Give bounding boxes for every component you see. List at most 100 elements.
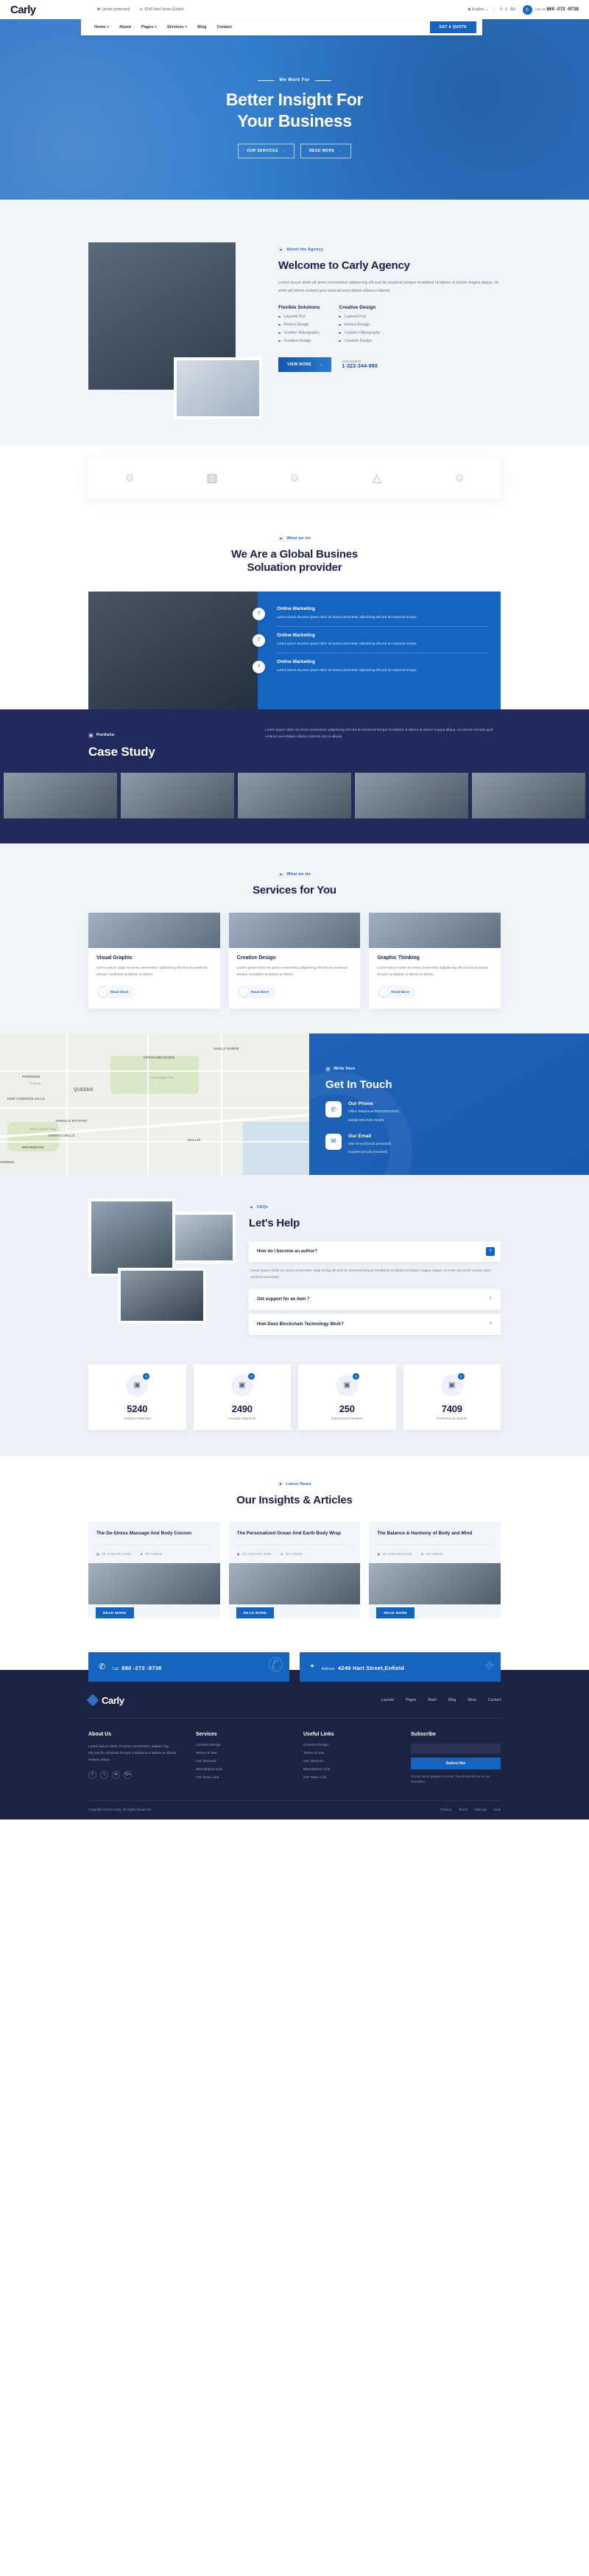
eyebrow-line-right — [314, 80, 331, 81]
footer-bottom-link[interactable]: Help — [494, 1808, 501, 1811]
wwd-feature[interactable]: ? Online Marketing Lorem ipsum dLorem ip… — [253, 600, 489, 627]
service-read-more-button[interactable]: → Read More — [96, 986, 135, 1000]
arrow-right-icon: → — [239, 989, 247, 997]
footer-logo[interactable]: Carly — [86, 1694, 124, 1707]
stat-caption: Creative Materials — [123, 1416, 151, 1420]
get-a-quote-button[interactable]: GET A QUOTE — [429, 21, 476, 33]
footer-link[interactable]: Creative Design — [303, 1744, 393, 1747]
googleplus-icon[interactable]: G+ — [124, 1770, 132, 1779]
blog-card-image — [228, 1562, 361, 1604]
service-card[interactable]: Graphic Thinking Lorem ipsum dolor sit a… — [369, 912, 501, 1009]
facebook-icon[interactable]: f — [88, 1770, 96, 1779]
about-view-more-button[interactable]: VIEW MORE → — [278, 357, 332, 372]
chevron-down-icon: ⌄ — [484, 7, 488, 12]
footer-link[interactable]: Our Team Link — [196, 1776, 286, 1780]
blog-read-more-button[interactable]: READ MORE — [236, 1607, 275, 1618]
footer-link[interactable]: Creative Design — [196, 1744, 286, 1747]
nav-item-contact[interactable]: Contact — [216, 25, 231, 29]
service-read-more-button[interactable]: → Read More — [236, 986, 276, 1000]
footer-link[interactable]: Our Services — [303, 1760, 393, 1763]
about-tag: About the Agency — [278, 247, 323, 253]
contact-phone-row: ✆ Our Phone Office Telephone:00291291023… — [325, 1101, 589, 1123]
list-item: Custom Videography — [339, 331, 380, 335]
top-email[interactable]: ✉ [email protected] — [97, 7, 130, 12]
footer-bottom-link[interactable]: Sitemap — [475, 1808, 487, 1811]
location-pin-icon: ⌖ — [140, 7, 142, 12]
footer-nav-item[interactable]: Layouts — [381, 1698, 395, 1702]
service-card[interactable]: Creative Design Lorem ipsum dolor sit am… — [228, 912, 361, 1009]
faq-image-2 — [172, 1212, 236, 1264]
nav-item-blog[interactable]: Blog — [197, 25, 206, 29]
linkedin-icon[interactable]: in — [112, 1770, 120, 1779]
nav-item-home[interactable]: Home + — [94, 25, 109, 29]
wwd-feature[interactable]: ? Online Marketing Lorem ipsum dLorem ip… — [253, 627, 489, 654]
footer-link[interactable]: New Branch Link — [303, 1768, 393, 1772]
footer-bottom-link[interactable]: Terms — [459, 1808, 468, 1811]
service-card[interactable]: Visual Graphic Lorem ipsum dolor sit ame… — [88, 912, 220, 1009]
footer-link[interactable]: New Branch Link — [196, 1768, 286, 1772]
footer-nav-item[interactable]: Contact — [488, 1698, 501, 1702]
footer-link[interactable]: Our Services — [196, 1760, 286, 1763]
faq-item[interactable]: Get support for an item ? ? — [249, 1288, 501, 1310]
wwd-feature-title: Online Marketing — [277, 632, 315, 638]
case-tag: Portfolio — [88, 732, 114, 738]
cta-address[interactable]: ⌖ Address 4249 Hart Street,Enfield ⌖ — [300, 1652, 501, 1682]
site-logo[interactable]: Carly — [10, 4, 97, 16]
case-image-4[interactable] — [355, 773, 468, 819]
blog-read-more-button[interactable]: READ MORE — [376, 1607, 415, 1618]
footer-nav-item[interactable]: Blog — [448, 1698, 456, 1702]
wwd-feature-text: Lorem ipsum dLorem ipsum dolor sit amet,… — [277, 614, 417, 619]
footer-link[interactable]: Terms of Use — [303, 1752, 393, 1755]
footer-nav-item[interactable]: Nach — [428, 1698, 437, 1702]
cta-call[interactable]: ✆ Call 880 -272 -9738 ✆ — [88, 1652, 289, 1682]
footer-link[interactable]: Terms of Use — [196, 1752, 286, 1755]
question-mark-icon: ? — [253, 607, 265, 620]
about-images — [88, 229, 262, 419]
call-us-block[interactable]: ✆ Call Us 860 -272 -9738 — [515, 4, 579, 15]
wwd-feature[interactable]: ? Online Marketing Lorem ipsum dLorem ip… — [253, 653, 489, 679]
call-anytime-number[interactable]: 1-322-344-888 — [342, 364, 378, 369]
blog-card[interactable]: The Personalized Ocean And Earth Body Wr… — [228, 1522, 361, 1618]
facebook-icon[interactable]: f — [501, 7, 502, 12]
top-socials: f t G+ — [501, 7, 515, 12]
twitter-icon[interactable]: t — [100, 1770, 108, 1779]
footer-top: Carly Layouts Pages Nach Blog Shop Conta… — [86, 1694, 501, 1719]
case-text: Lorem ipsum dolor sit amet,consectetur a… — [265, 728, 493, 740]
nav-item-services[interactable]: Services + — [167, 25, 187, 29]
footer-about: About Us Lorem ipsum dolor sit amet,cons… — [88, 1732, 178, 1784]
cta-bar: ✆ Call 880 -272 -9738 ✆ ⌖ Address 4249 H… — [88, 1652, 501, 1682]
footer-nav-item[interactable]: Shop — [468, 1698, 476, 1702]
faq-item[interactable]: How do I become an author? ? — [249, 1240, 501, 1262]
blog-card[interactable]: The De-Stress Massage And Body Cocoon ▤ 2… — [88, 1522, 220, 1618]
googleplus-icon[interactable]: G+ — [510, 7, 515, 12]
blog-read-more-button[interactable]: READ MORE — [96, 1607, 134, 1618]
hero-read-more-button[interactable]: READ MORE → — [300, 143, 351, 158]
case-image-3[interactable] — [238, 773, 351, 819]
subscribe-email-input[interactable] — [411, 1743, 501, 1754]
service-read-more-button[interactable]: → Read More — [377, 986, 416, 1000]
map-label: ARDENS — [0, 1160, 15, 1165]
hero-our-services-button[interactable]: OUR SERVICES → — [238, 143, 295, 158]
footer-link[interactable]: Our Team Link — [303, 1776, 393, 1780]
faq-item[interactable]: How Does Blockchain Technology Work? ? — [249, 1313, 501, 1335]
case-image-5[interactable] — [472, 773, 585, 819]
footer-bottom-link[interactable]: Privacy — [441, 1808, 451, 1811]
footer-nav-item[interactable]: Pages — [406, 1698, 416, 1702]
map[interactable]: OAKLA GARDE FRESH MEADOWS POMONOK Flushi… — [0, 1033, 309, 1176]
case-image-1[interactable] — [4, 773, 117, 819]
case-image-2[interactable] — [121, 773, 234, 819]
footer-brand-text: Carly — [102, 1694, 124, 1706]
blog-card[interactable]: The Balance & Harmony of Body and Mind ▤… — [369, 1522, 501, 1618]
footer-services-title: Services — [196, 1731, 217, 1737]
subscribe-button[interactable]: Subscribe — [411, 1757, 501, 1769]
stat-icon: ▣ 0 — [230, 1372, 255, 1397]
nav-item-about[interactable]: About — [119, 25, 131, 29]
twitter-icon[interactable]: t — [506, 7, 507, 12]
tag-dot-icon — [278, 871, 284, 877]
language-selector[interactable]: ⊕ English ⌄ — [468, 7, 488, 12]
nav-item-pages[interactable]: Pages + — [141, 25, 157, 29]
partner-logo-1: ☺ — [123, 471, 136, 484]
calendar-icon: ▤ — [236, 1551, 240, 1556]
service-card-text: Lorem ipsum dolor sit amet,consectetur a… — [236, 966, 348, 977]
blog-section: Latest News Our Insights & Articles The … — [0, 1456, 589, 1640]
